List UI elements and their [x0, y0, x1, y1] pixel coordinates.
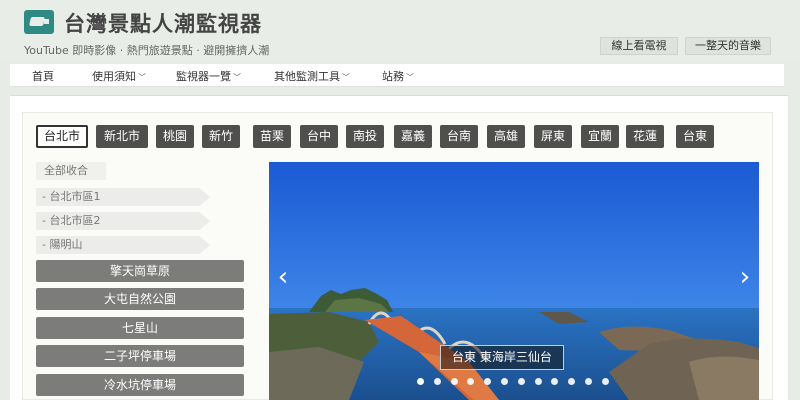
main-nav: 首頁 使用須知 ﹀ 監視器一覽 ﹀ 其他監測工具 ﹀ 站務 ﹀	[10, 64, 784, 87]
camera-slideshow[interactable]: ‹ › 台東 東海岸三仙台	[269, 162, 759, 400]
region-taipei-1[interactable]: - 台北市區1	[36, 188, 210, 206]
nav-item-usage-notes[interactable]: 使用須知 ﹀	[92, 68, 146, 84]
region-taipei-2[interactable]: - 台北市區2	[36, 212, 210, 230]
tab-kaohsiung[interactable]: 高雄	[487, 125, 525, 148]
tab-new-taipei[interactable]: 新北市	[96, 125, 148, 148]
all-day-music-button[interactable]: 一整天的音樂	[685, 37, 771, 55]
prev-slide-chevron-left-icon[interactable]: ‹	[273, 262, 293, 292]
tab-hualien[interactable]: 花蓮	[626, 125, 664, 148]
slide-indicator-dot[interactable]	[517, 378, 525, 385]
tab-yilan[interactable]: 宜蘭	[581, 125, 619, 148]
tab-tainan[interactable]: 台南	[440, 125, 478, 148]
spot-datun-park[interactable]: 大屯自然公園	[36, 288, 244, 310]
chevron-down-icon: ﹀	[138, 73, 146, 82]
spot-erziping-parking[interactable]: 二子坪停車場	[36, 345, 244, 367]
next-slide-chevron-right-icon[interactable]: ›	[735, 262, 755, 292]
slide-caption: 台東 東海岸三仙台	[440, 345, 564, 370]
slide-indicator-dot[interactable]	[501, 378, 508, 385]
slide-indicator-dot[interactable]	[534, 378, 542, 385]
spot-qixingshan[interactable]: 七星山	[36, 317, 244, 339]
slide-indicator-dot[interactable]	[433, 378, 441, 385]
tab-hsinchu[interactable]: 新竹	[202, 125, 240, 148]
tab-chiayi[interactable]: 嘉義	[394, 125, 432, 148]
spot-qingtiangang[interactable]: 擎天崗草原	[36, 260, 244, 282]
tab-taipei[interactable]: 台北市	[36, 125, 88, 148]
spot-lengshuikeng-parking[interactable]: 冷水坑停車場	[36, 374, 244, 396]
region-yangmingshan[interactable]: - 陽明山	[36, 236, 210, 254]
slide-indicator-dot[interactable]	[450, 378, 458, 385]
tab-taichung[interactable]: 台中	[300, 125, 338, 148]
slide-indicator-dot[interactable]	[601, 378, 609, 385]
tab-pingtung[interactable]: 屏東	[534, 125, 572, 148]
site-title[interactable]: 台灣景點人潮監視器	[64, 8, 262, 38]
cctv-camera-icon[interactable]	[24, 10, 54, 34]
tab-nantou[interactable]: 南投	[346, 125, 384, 148]
tab-miaoli[interactable]: 苗栗	[253, 125, 291, 148]
chevron-down-icon: ﹀	[233, 73, 241, 82]
slide-indicator-dot[interactable]	[585, 378, 592, 385]
site-subtitle: YouTube 即時影像 · 熱門旅遊景點 · 避開擁擠人潮	[24, 44, 270, 57]
nav-item-home[interactable]: 首頁	[32, 68, 54, 84]
site-header: 台灣景點人潮監視器 YouTube 即時影像 · 熱門旅遊景點 · 避開擁擠人潮…	[0, 0, 800, 62]
slide-indicator-dot[interactable]	[417, 378, 424, 385]
watch-tv-button[interactable]: 線上看電視	[600, 37, 678, 55]
collapse-all-button[interactable]: 全部收合	[36, 162, 106, 180]
chevron-down-icon: ﹀	[342, 73, 350, 82]
chevron-down-icon: ﹀	[406, 73, 414, 82]
nav-item-other-tools[interactable]: 其他監測工具 ﹀	[274, 68, 350, 84]
nav-item-site-affairs[interactable]: 站務 ﹀	[382, 68, 414, 84]
nav-item-camera-list[interactable]: 監視器一覽 ﹀	[176, 68, 241, 84]
tab-taoyuan[interactable]: 桃園	[156, 125, 194, 148]
tab-taitung[interactable]: 台東	[676, 125, 714, 148]
